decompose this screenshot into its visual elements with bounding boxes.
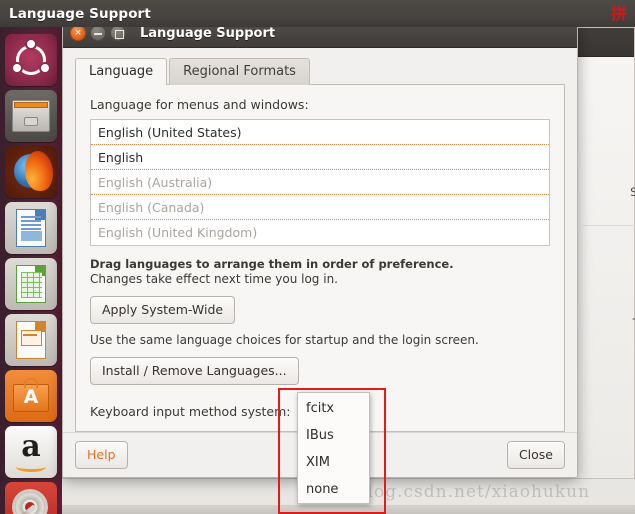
list-item[interactable]: English (United States) xyxy=(91,120,549,146)
panel-indicators: 拼 xyxy=(611,0,631,27)
tab-regional-formats[interactable]: Regional Formats xyxy=(169,58,310,86)
unity-launcher: A a xyxy=(0,27,62,514)
list-item[interactable]: English xyxy=(91,145,549,171)
ime-label: Keyboard input method system: xyxy=(90,404,291,420)
ime-dropdown-menu[interactable]: fcitx IBus XIM none xyxy=(297,392,370,504)
maximize-icon[interactable] xyxy=(110,25,126,42)
tab-bar: Language Regional Formats xyxy=(75,58,565,87)
install-remove-languages-button[interactable]: Install / Remove Languages... xyxy=(90,357,299,386)
dialog-body: Language Regional Formats Language for m… xyxy=(63,48,577,433)
settings-system-section: System xyxy=(62,505,635,514)
changes-hint: Changes take effect next time you log in… xyxy=(90,272,338,287)
close-button[interactable]: Close xyxy=(506,441,565,470)
language-tab-panel: Language for menus and windows: English … xyxy=(75,84,565,433)
files-icon[interactable] xyxy=(5,90,57,142)
software-letter: A xyxy=(23,386,39,408)
list-item[interactable]: English (Canada) xyxy=(91,195,549,221)
panel-window-title: Language Support xyxy=(9,5,151,22)
drag-hint: Drag languages to arrange them in order … xyxy=(90,257,454,272)
dialog-title: Language Support xyxy=(140,25,276,41)
settings-divider xyxy=(583,225,635,226)
language-list[interactable]: English (United States) English English … xyxy=(90,119,550,247)
menu-item-ibus[interactable]: IBus xyxy=(298,422,369,449)
settings-item-label: Security & xyxy=(630,185,635,199)
apply-caption: Use the same language choices for startu… xyxy=(90,333,479,348)
amazon-icon[interactable]: a xyxy=(5,426,57,478)
close-icon[interactable]: × xyxy=(70,25,86,42)
unity-top-panel: Language Support 拼 xyxy=(0,0,635,27)
system-settings-icon[interactable] xyxy=(5,482,57,514)
ime-indicator-icon[interactable]: 拼 xyxy=(611,5,631,22)
firefox-icon[interactable] xyxy=(5,146,57,198)
libreoffice-writer-icon[interactable] xyxy=(5,202,57,254)
list-item[interactable]: English (Australia) xyxy=(91,170,549,196)
menu-item-none[interactable]: none xyxy=(298,476,369,503)
screen-root: Security & Privacy Mouse & Touchpad Syst… xyxy=(0,0,635,514)
ubuntu-dash-icon[interactable] xyxy=(5,34,57,86)
ubuntu-software-icon[interactable]: A xyxy=(5,370,57,422)
tab-language[interactable]: Language xyxy=(75,58,168,87)
libreoffice-calc-icon[interactable] xyxy=(5,258,57,310)
minimize-icon[interactable] xyxy=(90,25,106,42)
list-item[interactable]: English (United Kingdom) xyxy=(91,220,549,246)
help-button[interactable]: Help xyxy=(75,441,128,470)
libreoffice-impress-icon[interactable] xyxy=(5,314,57,366)
amazon-letter: a xyxy=(21,429,41,464)
settings-item-security-privacy[interactable]: Security & Privacy xyxy=(616,135,635,214)
apply-system-wide-button[interactable]: Apply System-Wide xyxy=(90,296,236,325)
settings-item-mouse-touchpad[interactable]: Mouse & Touchpad xyxy=(616,252,635,331)
language-list-label: Language for menus and windows: xyxy=(90,97,309,113)
menu-item-xim[interactable]: XIM xyxy=(298,449,369,476)
menu-item-fcitx[interactable]: fcitx xyxy=(298,395,369,422)
